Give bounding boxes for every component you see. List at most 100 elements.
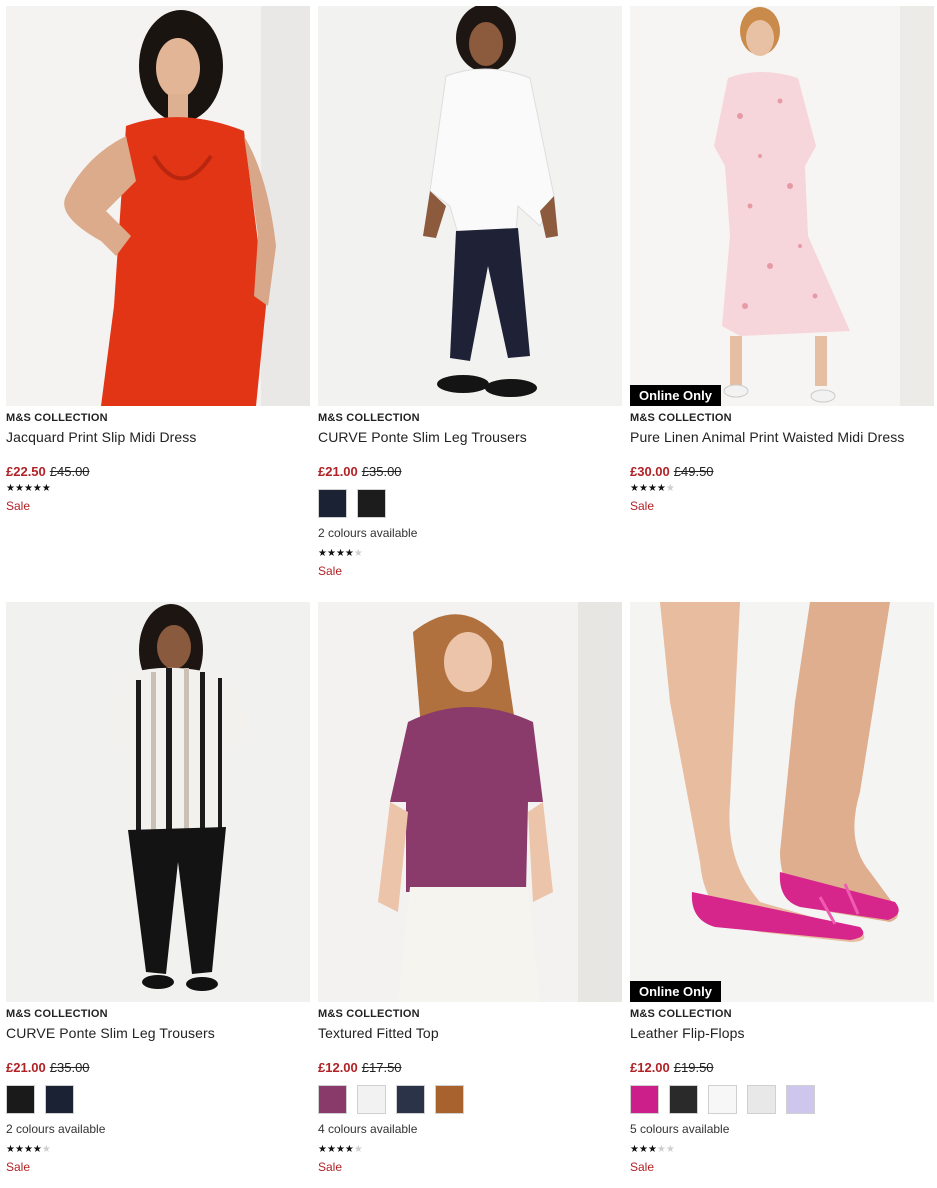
white-shirt-navy-trousers-model-image	[318, 6, 622, 406]
star-empty-icon: ★	[665, 1144, 675, 1155]
star-empty-icon: ★	[353, 548, 363, 559]
colours-available: 5 colours available	[630, 1122, 730, 1136]
colour-swatch[interactable]	[435, 1085, 464, 1114]
rating-stars: ★★★★★	[318, 549, 363, 559]
star-filled-icon: ★	[23, 483, 33, 494]
purple-fitted-top-model-image	[318, 602, 622, 1002]
colour-swatch[interactable]	[669, 1085, 698, 1114]
colour-swatch[interactable]	[786, 1085, 815, 1114]
star-filled-icon: ★	[6, 1144, 15, 1155]
colour-swatch[interactable]	[630, 1085, 659, 1114]
star-filled-icon: ★	[630, 483, 639, 494]
product-name[interactable]: CURVE Ponte Slim Leg Trousers	[318, 429, 527, 445]
price-now: £22.50	[6, 464, 46, 479]
product-brand: M&S COLLECTION	[630, 1008, 732, 1020]
star-filled-icon: ★	[335, 548, 345, 559]
star-filled-icon: ★	[647, 483, 657, 494]
product-name[interactable]: Pure Linen Animal Print Waisted Midi Dre…	[630, 429, 904, 445]
product-image[interactable]	[6, 602, 310, 1002]
colour-swatch[interactable]	[318, 1085, 347, 1114]
product-price: £12.00 £19.50	[630, 1060, 714, 1075]
rating-stars: ★★★★★	[630, 484, 675, 494]
colour-swatch[interactable]	[357, 489, 386, 518]
star-filled-icon: ★	[630, 1144, 639, 1155]
pink-flip-flops-feet-image	[630, 602, 934, 1002]
product-grid: M&S COLLECTION Jacquard Print Slip Midi …	[0, 0, 937, 1188]
price-was: £35.00	[361, 464, 402, 479]
star-filled-icon: ★	[638, 483, 648, 494]
colour-swatches	[318, 489, 386, 518]
star-filled-icon: ★	[41, 483, 51, 494]
colour-swatches	[6, 1085, 74, 1114]
star-filled-icon: ★	[318, 1144, 327, 1155]
striped-top-black-trousers-model-image	[6, 602, 310, 1002]
product-price: £22.50 £45.00	[6, 464, 90, 479]
star-filled-icon: ★	[14, 483, 24, 494]
star-filled-icon: ★	[656, 483, 666, 494]
price-now: £30.00	[630, 464, 670, 479]
price-was: £49.50	[673, 464, 714, 479]
product-brand: M&S COLLECTION	[318, 1008, 420, 1020]
colours-available: 2 colours available	[6, 1122, 106, 1136]
colour-swatches	[630, 1085, 815, 1114]
colour-swatch[interactable]	[318, 489, 347, 518]
product-price: £12.00 £17.50	[318, 1060, 402, 1075]
product-name[interactable]: Textured Fitted Top	[318, 1025, 439, 1041]
product-price: £21.00 £35.00	[318, 464, 402, 479]
product-price: £21.00 £35.00	[6, 1060, 90, 1075]
price-was: £19.50	[673, 1060, 714, 1075]
product-image[interactable]	[6, 6, 310, 406]
sale-label: Sale	[6, 1160, 31, 1174]
product-name[interactable]: Leather Flip-Flops	[630, 1025, 745, 1041]
price-now: £12.00	[630, 1060, 670, 1075]
sale-label: Sale	[630, 1160, 655, 1174]
star-filled-icon: ★	[326, 1144, 336, 1155]
star-filled-icon: ★	[32, 483, 42, 494]
star-filled-icon: ★	[32, 1144, 42, 1155]
colours-available: 2 colours available	[318, 526, 418, 540]
price-was: £35.00	[49, 1060, 90, 1075]
colour-swatch[interactable]	[6, 1085, 35, 1114]
product-image[interactable]: Online Only	[630, 6, 934, 406]
star-filled-icon: ★	[6, 483, 15, 494]
star-filled-icon: ★	[335, 1144, 345, 1155]
sale-label: Sale	[630, 499, 655, 513]
star-empty-icon: ★	[41, 1144, 51, 1155]
rating-stars: ★★★★★	[6, 484, 51, 494]
pink-linen-dress-model-image	[630, 6, 934, 406]
rating-stars: ★★★★★	[630, 1145, 675, 1155]
colour-swatches	[318, 1085, 464, 1114]
star-filled-icon: ★	[344, 1144, 354, 1155]
star-empty-icon: ★	[665, 483, 675, 494]
online-only-badge: Online Only	[630, 385, 721, 406]
price-now: £21.00	[6, 1060, 46, 1075]
product-image[interactable]: Online Only	[630, 602, 934, 1002]
star-filled-icon: ★	[23, 1144, 33, 1155]
colour-swatch[interactable]	[396, 1085, 425, 1114]
star-filled-icon: ★	[326, 548, 336, 559]
sale-label: Sale	[318, 564, 343, 578]
star-filled-icon: ★	[318, 548, 327, 559]
star-filled-icon: ★	[14, 1144, 24, 1155]
rating-stars: ★★★★★	[6, 1145, 51, 1155]
product-price: £30.00 £49.50	[630, 464, 714, 479]
colour-swatch[interactable]	[45, 1085, 74, 1114]
star-filled-icon: ★	[344, 548, 354, 559]
colour-swatch[interactable]	[747, 1085, 776, 1114]
product-brand: M&S COLLECTION	[630, 412, 732, 424]
product-name[interactable]: CURVE Ponte Slim Leg Trousers	[6, 1025, 215, 1041]
product-image[interactable]	[318, 6, 622, 406]
sale-label: Sale	[6, 499, 31, 513]
product-brand: M&S COLLECTION	[318, 412, 420, 424]
price-was: £45.00	[49, 464, 90, 479]
colour-swatch[interactable]	[708, 1085, 737, 1114]
product-image[interactable]	[318, 602, 622, 1002]
price-now: £12.00	[318, 1060, 358, 1075]
colour-swatch[interactable]	[357, 1085, 386, 1114]
rating-stars: ★★★★★	[318, 1145, 363, 1155]
star-filled-icon: ★	[647, 1144, 657, 1155]
product-name[interactable]: Jacquard Print Slip Midi Dress	[6, 429, 197, 445]
sale-label: Sale	[318, 1160, 343, 1174]
online-only-badge: Online Only	[630, 981, 721, 1002]
star-empty-icon: ★	[353, 1144, 363, 1155]
